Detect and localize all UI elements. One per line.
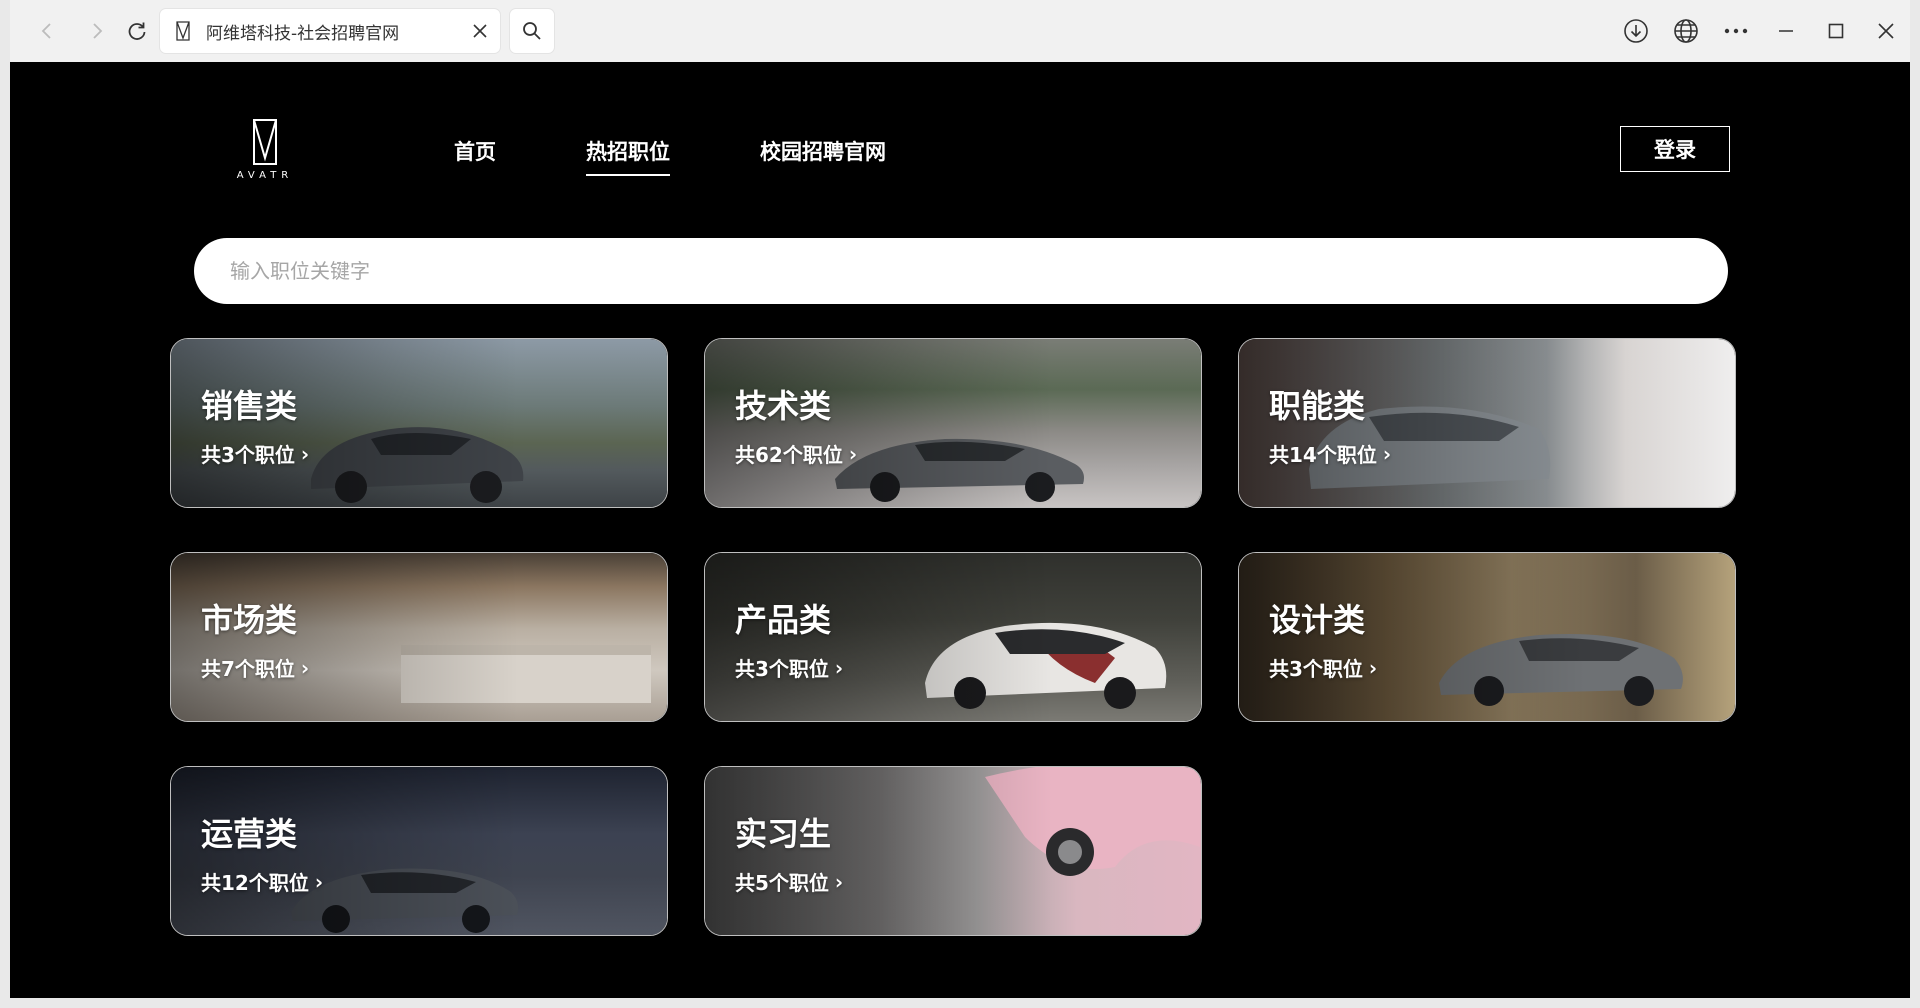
category-card-market[interactable]: 市场类 共7个职位 ›	[170, 552, 668, 722]
download-icon	[1624, 19, 1648, 43]
card-count: 共5个职位	[735, 871, 829, 895]
card-count-link[interactable]: 共3个职位 ›	[735, 653, 843, 682]
card-title: 实习生	[735, 815, 832, 853]
arrow-left-icon	[41, 23, 51, 39]
category-card-sales[interactable]: 销售类 共3个职位 ›	[170, 338, 668, 508]
nav-home[interactable]: 首页	[454, 136, 496, 166]
download-button[interactable]	[1616, 14, 1656, 48]
chevron-right-icon: ›	[834, 655, 844, 680]
card-title: 设计类	[1269, 601, 1366, 639]
tab-search-button[interactable]	[510, 9, 554, 53]
search-icon	[523, 22, 541, 40]
browser-toolbar: 阿维塔科技-社会招聘官网	[10, 0, 1910, 62]
card-count: 共7个职位	[201, 657, 295, 681]
card-count-link[interactable]: 共7个职位 ›	[201, 653, 309, 682]
card-title: 销售类	[201, 387, 298, 425]
chevron-right-icon: ›	[314, 869, 324, 894]
logo-text: AVATR	[236, 170, 294, 181]
more-menu-button[interactable]	[1716, 14, 1756, 48]
arrow-right-icon	[93, 23, 103, 39]
chevron-right-icon: ›	[848, 441, 858, 466]
nav-campus[interactable]: 校园招聘官网	[760, 136, 886, 166]
forward-button[interactable]	[80, 14, 114, 48]
minimize-button[interactable]	[1766, 14, 1806, 48]
card-title: 职能类	[1269, 387, 1366, 425]
chevron-right-icon: ›	[834, 869, 844, 894]
category-card-intern[interactable]: 实习生 共5个职位 ›	[704, 766, 1202, 936]
card-title: 产品类	[735, 601, 832, 639]
back-button[interactable]	[30, 14, 64, 48]
card-count-link[interactable]: 共3个职位 ›	[1269, 653, 1377, 682]
card-count: 共3个职位	[735, 657, 829, 681]
maximize-icon	[1828, 23, 1844, 39]
reload-icon	[128, 22, 146, 40]
category-card-operations[interactable]: 运营类 共12个职位 ›	[170, 766, 668, 936]
tab-close-button[interactable]	[460, 11, 500, 51]
reload-button[interactable]	[120, 14, 154, 48]
tab-title: 阿维塔科技-社会招聘官网	[206, 23, 400, 44]
close-icon	[1878, 23, 1894, 39]
card-count: 共3个职位	[1269, 657, 1363, 681]
category-card-function[interactable]: 职能类 共14个职位 ›	[1238, 338, 1736, 508]
more-icon	[1724, 28, 1748, 34]
card-count-link[interactable]: 共62个职位 ›	[735, 439, 857, 468]
card-count-link[interactable]: 共14个职位 ›	[1269, 439, 1391, 468]
close-window-button[interactable]	[1866, 14, 1906, 48]
card-title: 市场类	[201, 601, 298, 639]
close-icon	[473, 24, 487, 38]
category-card-design[interactable]: 设计类 共3个职位 ›	[1238, 552, 1736, 722]
card-count: 共14个职位	[1269, 443, 1377, 467]
search-input[interactable]	[194, 238, 1728, 304]
chevron-right-icon: ›	[300, 441, 310, 466]
browser-window: 阿维塔科技-社会招聘官网 AVATR 首页 热招职位 校园招聘官网 登录 输入职…	[10, 0, 1910, 998]
translate-button[interactable]	[1666, 14, 1706, 48]
card-title: 运营类	[201, 815, 298, 853]
card-count: 共3个职位	[201, 443, 295, 467]
page-content: AVATR 首页 热招职位 校园招聘官网 登录 销售类 共3个职位 ›	[10, 62, 1910, 998]
card-count: 共12个职位	[201, 871, 309, 895]
card-count-link[interactable]: 共5个职位 ›	[735, 867, 843, 896]
globe-icon	[1674, 19, 1698, 43]
chevron-right-icon: ›	[300, 655, 310, 680]
card-count: 共62个职位	[735, 443, 843, 467]
chevron-right-icon: ›	[1368, 655, 1378, 680]
category-card-tech[interactable]: 技术类 共62个职位 ›	[704, 338, 1202, 508]
chevron-right-icon: ›	[1382, 441, 1392, 466]
category-card-product[interactable]: 产品类 共3个职位 ›	[704, 552, 1202, 722]
login-button[interactable]: 登录	[1620, 126, 1730, 172]
minimize-icon	[1779, 30, 1793, 32]
card-title: 技术类	[735, 387, 832, 425]
active-tab[interactable]: 阿维塔科技-社会招聘官网	[160, 9, 500, 53]
card-count-link[interactable]: 共12个职位 ›	[201, 867, 323, 896]
maximize-button[interactable]	[1816, 14, 1856, 48]
nav-hot-jobs[interactable]: 热招职位	[586, 136, 670, 176]
avatr-favicon-icon	[176, 21, 190, 41]
card-count-link[interactable]: 共3个职位 ›	[201, 439, 309, 468]
